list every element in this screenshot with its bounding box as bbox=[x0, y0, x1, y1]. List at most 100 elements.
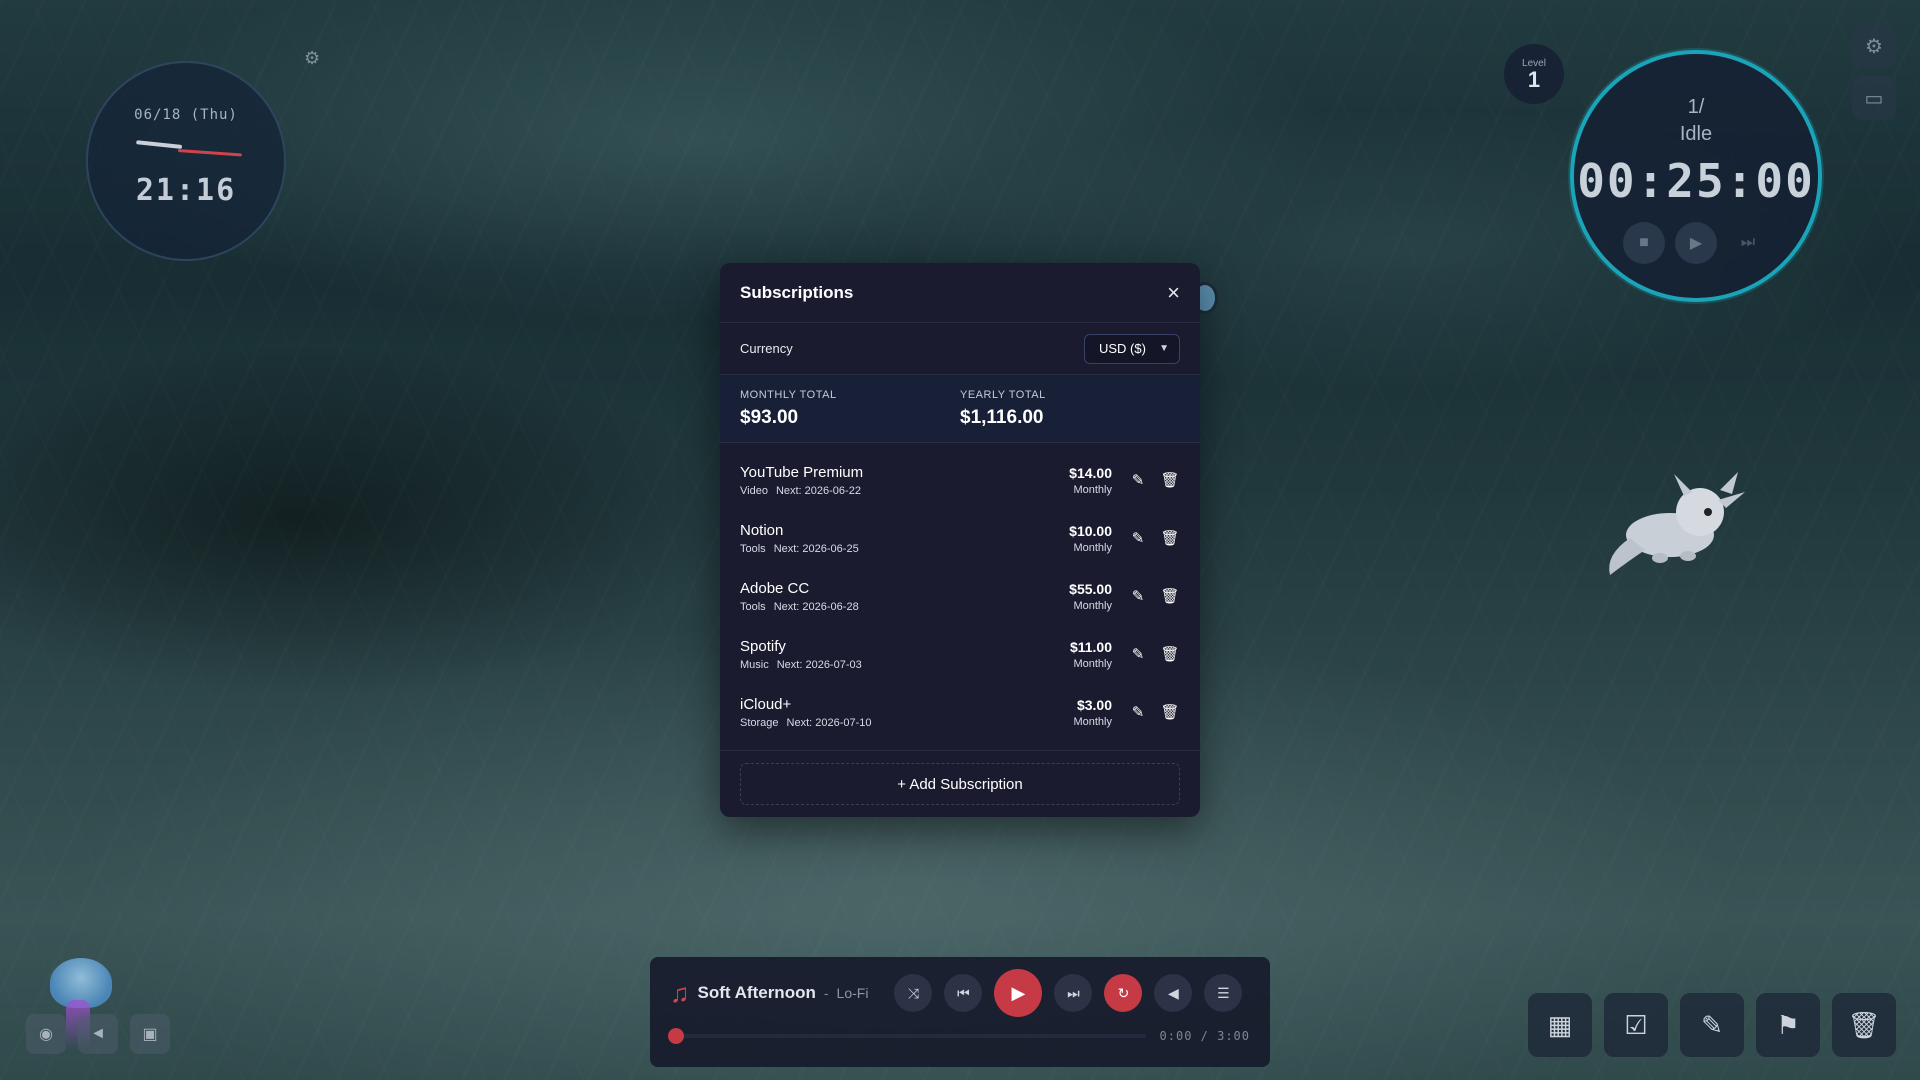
subscription-period: Monthly bbox=[1073, 541, 1112, 554]
modal-footer: + Add Subscription bbox=[720, 750, 1200, 817]
shuffle-icon[interactable]: ⤨ bbox=[894, 974, 933, 1012]
subscription-period: Monthly bbox=[1073, 715, 1112, 728]
subscription-price: $3.00 bbox=[1076, 696, 1112, 713]
eye-icon[interactable]: ◉ bbox=[26, 1014, 66, 1054]
monthly-total-value: $93.00 bbox=[740, 407, 799, 428]
progress-knob[interactable] bbox=[668, 1028, 684, 1044]
trash-icon[interactable]: 🗑 bbox=[1160, 528, 1180, 548]
subscription-name: iCloud+ bbox=[740, 695, 792, 713]
pencil-icon[interactable]: ✎ bbox=[1128, 644, 1148, 664]
yearly-total-value: $1,116.00 bbox=[960, 407, 1044, 428]
stop-icon[interactable]: ■ bbox=[1623, 222, 1665, 264]
minute-hand bbox=[177, 149, 242, 157]
subscriptions-modal: Subscriptions × Currency USD ($) ▼ MONTH… bbox=[720, 263, 1200, 817]
subscription-next-date: Next: 2026-06-28 bbox=[773, 600, 859, 613]
subscription-next-date: Next: 2026-07-03 bbox=[776, 658, 862, 671]
trash-icon[interactable]: 🗑 bbox=[1160, 586, 1180, 606]
yearly-total-label: YEARLY TOTAL bbox=[960, 389, 1046, 401]
trash-icon[interactable]: 🗑 bbox=[1160, 470, 1180, 490]
track-time: 0:00 / 3:00 bbox=[1159, 1029, 1250, 1043]
track-separator: - bbox=[823, 985, 829, 1001]
subscription-category: Music bbox=[740, 658, 769, 671]
list-item: Notion Tools Next: 2026-06-25 $10.00 Mont… bbox=[720, 509, 1200, 567]
fish-icon[interactable]: ◄ bbox=[78, 1014, 118, 1054]
yearly-total: YEARLY TOTAL $1,116.00 bbox=[960, 389, 1180, 442]
subscription-category: Video bbox=[740, 484, 768, 497]
currency-row: Currency USD ($) ▼ bbox=[720, 323, 1200, 375]
subscription-next-date: Next: 2026-07-10 bbox=[786, 716, 872, 729]
play-icon[interactable]: ▶ bbox=[994, 969, 1043, 1017]
currency-value: USD ($) bbox=[1099, 341, 1146, 356]
clock-widget: 06/18 (Thu) 21:16 bbox=[86, 61, 286, 261]
progress-track[interactable] bbox=[668, 1028, 1146, 1044]
calendar-icon[interactable]: ▦ bbox=[1528, 993, 1592, 1057]
add-subscription-button[interactable]: + Add Subscription bbox=[740, 763, 1180, 805]
subscription-price: $55.00 bbox=[1069, 580, 1112, 597]
player-controls: ⤨ ⏮ ▶ ⏭ ↻ ◀ ☰ bbox=[894, 969, 1243, 1017]
close-icon[interactable]: × bbox=[1167, 281, 1180, 304]
subscription-list: YouTube Premium Video Next: 2026-06-22 $1… bbox=[720, 443, 1200, 741]
track-title: Soft Afternoon bbox=[697, 983, 816, 1002]
clock-settings-gear-icon[interactable]: ⚙ bbox=[304, 48, 320, 69]
subscription-name: Adobe CC bbox=[740, 579, 810, 597]
subscription-category: Tools bbox=[740, 600, 766, 613]
pomodoro-time: 00:25:00 bbox=[1577, 154, 1815, 208]
subscription-name: Notion bbox=[740, 521, 784, 539]
pencil-icon[interactable]: ✎ bbox=[1680, 993, 1744, 1057]
subscription-price: $10.00 bbox=[1069, 522, 1112, 539]
currency-label: Currency bbox=[740, 341, 793, 356]
checkbox-icon[interactable]: ☑ bbox=[1604, 993, 1668, 1057]
currency-select[interactable]: USD ($) ▼ bbox=[1084, 333, 1180, 364]
modal-title: Subscriptions bbox=[740, 282, 854, 302]
list-item: YouTube Premium Video Next: 2026-06-22 $1… bbox=[720, 451, 1200, 509]
repeat-icon[interactable]: ↻ bbox=[1104, 974, 1143, 1012]
pomodoro-count: 1/ bbox=[1687, 96, 1705, 118]
subscription-name: YouTube Premium bbox=[740, 463, 864, 481]
pomodoro-timer: 1/ Idle 00:25:00 ■ ▶ ⏭ bbox=[1570, 50, 1822, 302]
list-item: Spotify Music Next: 2026-07-03 $11.00 Mon… bbox=[720, 625, 1200, 683]
volume-icon[interactable]: ◀ bbox=[1154, 974, 1193, 1012]
list-item: iCloud+ Storage Next: 2026-07-10 $3.00 Mo… bbox=[720, 683, 1200, 741]
modal-header: Subscriptions × bbox=[720, 263, 1200, 323]
image-icon[interactable]: ▣ bbox=[130, 1014, 170, 1054]
subscription-category: Tools bbox=[740, 542, 766, 555]
level-value: 1 bbox=[1527, 66, 1541, 92]
music-player: ♫ Soft Afternoon - Lo-Fi ⤨ ⏮ ▶ ⏭ ↻ ◀ ☰ 0… bbox=[650, 957, 1270, 1067]
clock-date: 06/18 (Thu) bbox=[134, 107, 238, 123]
subscription-period: Monthly bbox=[1073, 599, 1112, 612]
hour-hand bbox=[136, 140, 183, 149]
pencil-icon[interactable]: ✎ bbox=[1128, 470, 1148, 490]
clock-time: 21:16 bbox=[135, 173, 237, 208]
pencil-icon[interactable]: ✎ bbox=[1128, 702, 1148, 722]
track-genre: Lo-Fi bbox=[836, 985, 869, 1001]
pencil-icon[interactable]: ✎ bbox=[1128, 586, 1148, 606]
list-item: Adobe CC Tools Next: 2026-06-28 $55.00 Mo… bbox=[720, 567, 1200, 625]
subscription-next-date: Next: 2026-06-25 bbox=[773, 542, 859, 555]
subscription-category: Storage bbox=[740, 716, 779, 729]
playlist-menu-icon[interactable]: ☰ bbox=[1204, 974, 1243, 1012]
totals-panel: MONTHLY TOTAL $93.00 YEARLY TOTAL $1,116… bbox=[720, 375, 1200, 443]
pencil-icon[interactable]: ✎ bbox=[1128, 528, 1148, 548]
monthly-total: MONTHLY TOTAL $93.00 bbox=[740, 389, 960, 442]
music-note-icon: ♫ bbox=[670, 977, 690, 1008]
chevron-down-icon: ▼ bbox=[1159, 343, 1169, 354]
settings-gear-icon[interactable]: ⚙ bbox=[1852, 24, 1896, 68]
card-icon[interactable]: ▭ bbox=[1852, 76, 1896, 120]
trash-icon[interactable]: 🗑 bbox=[1160, 644, 1180, 664]
axolotl-sprite bbox=[1609, 472, 1745, 575]
subscription-period: Monthly bbox=[1073, 657, 1112, 670]
bookmark-icon[interactable]: ⚑ bbox=[1756, 993, 1820, 1057]
pomodoro-controls: ■ ▶ ⏭ bbox=[1623, 222, 1769, 264]
previous-icon[interactable]: ⏮ bbox=[944, 974, 983, 1012]
subscription-period: Monthly bbox=[1073, 483, 1112, 496]
play-icon[interactable]: ▶ bbox=[1675, 222, 1717, 264]
monthly-total-label: MONTHLY TOTAL bbox=[740, 389, 837, 401]
skip-icon[interactable]: ⏭ bbox=[1727, 222, 1769, 264]
subscription-price: $11.00 bbox=[1069, 638, 1112, 655]
pomodoro-state: Idle bbox=[1679, 123, 1713, 145]
next-icon[interactable]: ⏭ bbox=[1054, 974, 1093, 1012]
level-badge: Level 1 bbox=[1504, 44, 1564, 104]
subscription-price: $14.00 bbox=[1069, 464, 1112, 481]
trash-icon[interactable]: 🗑 bbox=[1160, 702, 1180, 722]
trash-icon[interactable]: 🗑 bbox=[1832, 993, 1896, 1057]
